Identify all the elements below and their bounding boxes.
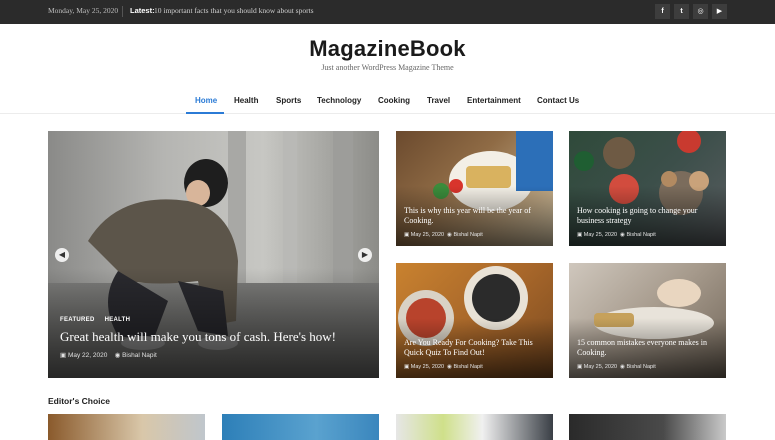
editors-choice-thumbnail[interactable] bbox=[48, 414, 205, 440]
user-icon: ◉ bbox=[620, 232, 625, 238]
site-title[interactable]: MagazineBook bbox=[0, 36, 775, 62]
post-title[interactable]: 15 common mistakes everyone makes in Coo… bbox=[577, 338, 722, 358]
site-tagline: Just another WordPress Magazine Theme bbox=[321, 63, 454, 72]
top-bar: Monday, May 25, 2020 Latest: 10 importan… bbox=[0, 0, 775, 24]
latest-label: Latest: bbox=[130, 6, 155, 15]
post-author[interactable]: Bishal Napit bbox=[626, 232, 655, 238]
divider bbox=[122, 6, 123, 17]
nav-item-contact-us[interactable]: Contact Us bbox=[537, 96, 579, 105]
post-card[interactable]: This is why this year will be the year o… bbox=[396, 131, 553, 246]
post-author[interactable]: Bishal Napit bbox=[626, 364, 655, 370]
post-card[interactable]: Are You Ready For Cooking? Take This Qui… bbox=[396, 263, 553, 378]
calendar-icon: ▣ bbox=[60, 352, 67, 359]
active-nav-indicator bbox=[186, 112, 224, 114]
post-title[interactable]: This is why this year will be the year o… bbox=[404, 206, 549, 226]
post-date: May 25, 2020 bbox=[410, 364, 445, 370]
calendar-icon: ▣ bbox=[577, 364, 583, 370]
post-title[interactable]: How cooking is going to change your busi… bbox=[577, 206, 722, 226]
chevron-right-icon[interactable]: ▶ bbox=[358, 248, 372, 262]
slider-pagination bbox=[205, 369, 226, 378]
calendar-icon: ▣ bbox=[404, 364, 410, 370]
user-icon: ◉ bbox=[114, 352, 121, 359]
calendar-icon: ▣ bbox=[577, 232, 583, 238]
calendar-icon: ▣ bbox=[404, 232, 410, 238]
editors-choice-thumbnail[interactable] bbox=[396, 414, 553, 440]
post-meta: ▣ May 25, 2020 ◉ Bishal Napit bbox=[577, 364, 656, 370]
category-health[interactable]: HEALTH bbox=[105, 317, 131, 323]
user-icon: ◉ bbox=[447, 364, 452, 370]
post-card[interactable]: 15 common mistakes everyone makes in Coo… bbox=[569, 263, 726, 378]
user-icon: ◉ bbox=[447, 232, 452, 238]
post-author[interactable]: Bishal Napit bbox=[453, 232, 482, 238]
hero-post-meta: ▣ May 22, 2020 ◉ Bishal Napit bbox=[60, 351, 157, 359]
nav-item-home[interactable]: Home bbox=[195, 96, 217, 105]
instagram-icon[interactable]: ◎ bbox=[693, 4, 708, 19]
nav-item-cooking[interactable]: Cooking bbox=[378, 96, 410, 105]
nav-item-health[interactable]: Health bbox=[234, 96, 258, 105]
nav-item-entertainment[interactable]: Entertainment bbox=[467, 96, 521, 105]
section-heading-editors-choice: Editor's Choice bbox=[48, 396, 111, 406]
nav-item-technology[interactable]: Technology bbox=[317, 96, 361, 105]
youtube-icon[interactable]: ▶ bbox=[712, 4, 727, 19]
post-card[interactable]: How cooking is going to change your busi… bbox=[569, 131, 726, 246]
editors-choice-thumbnail[interactable] bbox=[569, 414, 726, 440]
post-date: May 22, 2020 bbox=[67, 352, 108, 359]
category-featured[interactable]: FEATURED bbox=[60, 317, 95, 323]
user-icon: ◉ bbox=[620, 364, 625, 370]
post-date: May 25, 2020 bbox=[583, 364, 618, 370]
twitter-icon[interactable]: t bbox=[674, 4, 689, 19]
featured-slider[interactable]: ◀ ▶ FEATURED HEALTH Great health will ma… bbox=[48, 131, 379, 378]
current-date: Monday, May 25, 2020 bbox=[48, 6, 119, 15]
post-categories: FEATURED HEALTH bbox=[60, 317, 138, 323]
post-author[interactable]: Bishal Napit bbox=[122, 352, 157, 359]
chevron-left-icon[interactable]: ◀ bbox=[55, 248, 69, 262]
post-meta: ▣ May 25, 2020 ◉ Bishal Napit bbox=[404, 364, 483, 370]
post-author[interactable]: Bishal Napit bbox=[453, 364, 482, 370]
post-date: May 25, 2020 bbox=[583, 232, 618, 238]
news-ticker-link[interactable]: 10 important facts that you should know … bbox=[154, 6, 314, 15]
nav-item-sports[interactable]: Sports bbox=[276, 96, 301, 105]
post-meta: ▣ May 25, 2020 ◉ Bishal Napit bbox=[404, 232, 483, 238]
nav-item-travel[interactable]: Travel bbox=[427, 96, 450, 105]
main-navigation: Home Health Sports Technology Cooking Tr… bbox=[0, 90, 775, 114]
facebook-icon[interactable]: f bbox=[655, 4, 670, 19]
hero-post-title[interactable]: Great health will make you tons of cash.… bbox=[60, 329, 370, 345]
editors-choice-thumbnail[interactable] bbox=[222, 414, 379, 440]
post-date: May 25, 2020 bbox=[410, 232, 445, 238]
post-meta: ▣ May 25, 2020 ◉ Bishal Napit bbox=[577, 232, 656, 238]
post-title[interactable]: Are You Ready For Cooking? Take This Qui… bbox=[404, 338, 549, 358]
